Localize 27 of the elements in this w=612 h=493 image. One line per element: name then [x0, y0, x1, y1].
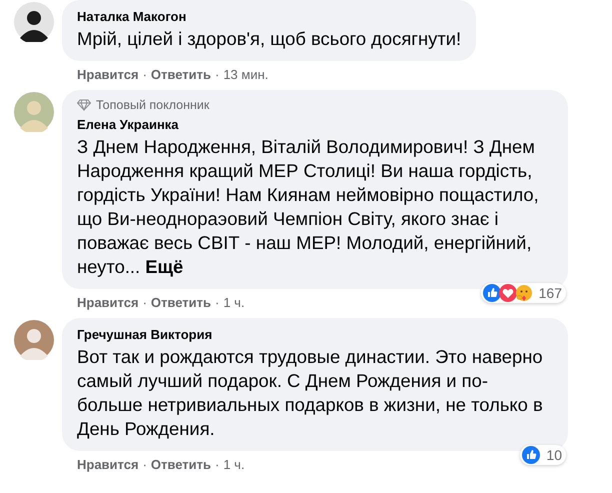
action-link[interactable]: Нравится [77, 295, 139, 310]
action-link[interactable]: Нравится [77, 457, 139, 472]
action-link[interactable]: Ответить [150, 67, 211, 82]
separator-dot: · [142, 67, 148, 82]
timestamp[interactable]: 1 ч. [223, 457, 245, 472]
separator-dot: · [214, 67, 220, 82]
fan-label: Топовый поклонник [96, 98, 210, 112]
see-more-link[interactable]: Ещё [145, 256, 184, 277]
author-name[interactable]: Елена Украинка [77, 117, 179, 132]
separator-dot: · [214, 457, 220, 472]
timestamp[interactable]: 13 мин. [223, 67, 268, 82]
action-link[interactable]: Нравится [77, 67, 139, 82]
timestamp[interactable]: 1 ч. [223, 295, 245, 310]
reaction-count: 10 [545, 447, 562, 463]
reactions-pill[interactable]: 167 [480, 283, 566, 303]
author-name[interactable]: Наталка Макогон [77, 9, 186, 24]
action-link[interactable]: Ответить [150, 295, 211, 310]
author-name[interactable]: Гречушная Виктория [77, 327, 212, 342]
comment-text: З Днем Народження, Віталій Володимирович! З Днем Народження кращий МЕР Столиці! Ви наша гордість, гордість України! Нам Киянам неймовірно пощастило, що Ви-неоднораэовий Чемпіон Світу, якого знає і поважає весь СВІТ - наш МЕР! Молодий, енергійний, неуто... Ещё [77, 135, 540, 279]
comment-text: Мрій, цілей і здоров'я, щоб всього досягнути! [77, 27, 462, 51]
separator-dot: · [142, 295, 148, 310]
separator-dot: · [214, 295, 220, 310]
separator-dot: · [142, 457, 148, 472]
reaction-count: 167 [538, 285, 562, 301]
action-link[interactable]: Ответить [150, 457, 211, 472]
reactions-pill[interactable]: 10 [520, 445, 566, 465]
comment-text: Вот так и рождаются трудовые династии. Это наверно самый лучший подарок. С Днем Рождения и по-больше нетривиальных подарков в жизни, не только в День Рождения. [77, 345, 544, 441]
